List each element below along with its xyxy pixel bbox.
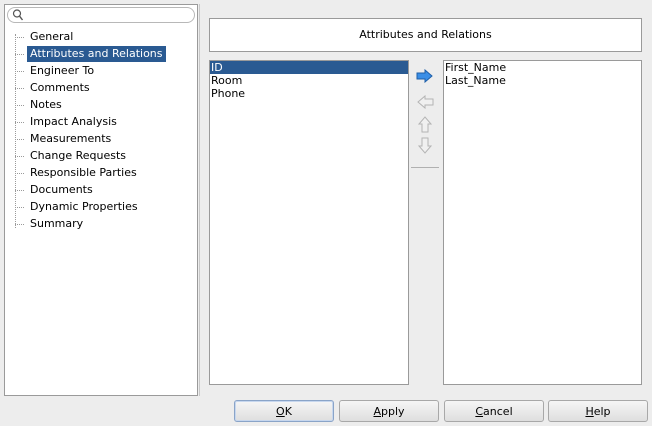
move-buttons	[411, 68, 441, 178]
move-left-button[interactable]	[415, 94, 435, 112]
arrow-left-icon	[416, 94, 434, 112]
tree-connector	[15, 105, 24, 106]
tree-connector	[15, 54, 24, 55]
list-item[interactable]: Phone	[210, 87, 408, 100]
search-icon	[12, 8, 24, 22]
nav-item-label: Documents	[30, 183, 93, 196]
tree-connector	[15, 207, 24, 208]
selected-attributes-list[interactable]: First_Name Last_Name	[443, 60, 642, 385]
navigation-tree: General Attributes and Relations Engineer …	[13, 29, 195, 230]
tree-guide-line	[15, 34, 16, 228]
nav-item-label: Notes	[30, 98, 62, 111]
nav-item-label: General	[30, 30, 74, 43]
move-right-button[interactable]	[415, 68, 435, 86]
list-item[interactable]: Room	[210, 74, 408, 87]
tree-connector	[15, 190, 24, 191]
nav-item-label: Impact Analysis	[30, 115, 117, 128]
tree-connector	[15, 156, 24, 157]
cancel-button[interactable]: Cancel	[444, 400, 544, 422]
tree-connector	[15, 173, 24, 174]
arrow-down-icon	[417, 137, 433, 158]
nav-item-label: Summary	[30, 217, 84, 230]
tree-connector	[15, 71, 24, 72]
nav-item-label: Dynamic Properties	[30, 200, 138, 213]
tree-connector	[15, 88, 24, 89]
arrow-right-icon	[416, 68, 434, 86]
move-down-button[interactable]	[415, 137, 435, 158]
page-title: Attributes and Relations	[209, 18, 642, 52]
navigation-panel: General Attributes and Relations Engineer …	[4, 4, 198, 396]
tree-connector	[15, 37, 24, 38]
list-item[interactable]: ID	[210, 61, 408, 74]
tree-connector	[15, 224, 24, 225]
nav-item-label: Change Requests	[30, 149, 127, 162]
nav-item-label: Responsible Parties	[30, 166, 137, 179]
tree-connector	[15, 139, 24, 140]
help-button[interactable]: Help	[548, 400, 648, 422]
ok-button[interactable]: OK	[234, 400, 334, 422]
arrow-up-icon	[417, 115, 433, 136]
list-item[interactable]: First_Name	[444, 61, 641, 74]
separator	[411, 167, 439, 168]
apply-button[interactable]: Apply	[339, 400, 439, 422]
nav-item-label: Engineer To	[30, 64, 95, 77]
nav-item-label: Measurements	[30, 132, 112, 145]
available-attributes-list[interactable]: ID Room Phone	[209, 60, 409, 385]
tree-connector	[15, 122, 24, 123]
move-up-button[interactable]	[415, 115, 435, 136]
search-field[interactable]	[7, 7, 195, 23]
nav-item-label: Attributes and Relations	[27, 46, 166, 62]
dialog-button-bar: OK Apply Cancel Help	[0, 398, 652, 426]
list-item[interactable]: Last_Name	[444, 74, 641, 87]
attributes-relations-page: Attributes and Relations ID Room Phone F…	[199, 4, 648, 396]
nav-item-label: Comments	[30, 81, 90, 94]
